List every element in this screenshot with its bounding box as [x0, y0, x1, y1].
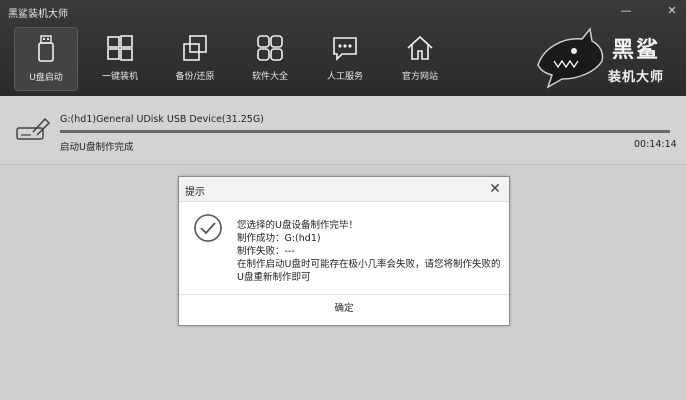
nav-label: 人工服务 [326, 72, 363, 82]
nav-label: 一键装机 [101, 72, 138, 82]
elapsed-time: 00:14:14 [634, 139, 677, 150]
backup-icon [183, 35, 207, 61]
progress-bar [60, 130, 670, 133]
nav-item-software[interactable]: 软件大全 [239, 27, 301, 89]
dialog-message-line: 在制作启动U盘时可能存在极小几率会失败，请您将制作失败的 [237, 259, 501, 270]
app-title: 黑鲨装机大师 [8, 9, 68, 20]
dialog-close-button[interactable]: ✕ [487, 181, 503, 197]
dialog-divider [179, 294, 509, 295]
nav-label: 软件大全 [251, 72, 288, 82]
logo-title: 黑鲨 [612, 37, 661, 63]
apps-grid-icon [257, 35, 283, 61]
ok-button[interactable]: 确定 [319, 300, 369, 318]
windows-icon [107, 35, 133, 61]
nav-item-support[interactable]: 人工服务 [314, 27, 376, 89]
nav-item-usb-boot[interactable]: U盘启动 [14, 27, 78, 91]
usb-drive-icon [16, 117, 51, 140]
dialog-title: 提示 [185, 187, 205, 198]
nav-label: U盘启动 [29, 73, 63, 83]
nav-label: 官方网站 [401, 72, 438, 82]
device-name: G:(hd1)General UDisk USB Device(31.25G) [60, 114, 264, 125]
device-panel: G:(hd1)General UDisk USB Device(31.25G) … [0, 96, 686, 165]
dialog-message-line: 制作失败：--- [237, 246, 295, 257]
status-text: 启动U盘制作完成 [60, 142, 134, 153]
check-circle-icon [194, 214, 222, 242]
dialog-message-line: 制作成功：G:(hd1) [237, 233, 321, 244]
logo-subtitle: 装机大师 [608, 70, 665, 85]
minimize-button[interactable]: — [618, 4, 634, 18]
prompt-dialog: 提示 ✕ 您选择的U盘设备制作完毕！ 制作成功：G:(hd1) 制作失败：---… [178, 176, 510, 326]
top-bar: 黑鲨装机大师 — ✕ U盘启动 一键装机 备份/还原 软件大全 人工服务 官方网… [0, 0, 686, 96]
nav-label: 备份/还原 [175, 72, 215, 82]
nav-item-backup-restore[interactable]: 备份/还原 [164, 27, 226, 89]
progress-fill [60, 130, 670, 133]
home-icon [407, 35, 433, 60]
dialog-header: 提示 ✕ [179, 177, 509, 202]
nav-item-website[interactable]: 官方网站 [389, 27, 451, 89]
nav-item-one-click-install[interactable]: 一键装机 [89, 27, 151, 89]
dialog-message-line: 您选择的U盘设备制作完毕！ [237, 220, 358, 231]
chat-icon [333, 37, 357, 61]
dialog-message-line: U盘重新制作即可 [237, 272, 311, 283]
usb-icon [38, 35, 54, 62]
window-close-button[interactable]: ✕ [664, 4, 680, 18]
